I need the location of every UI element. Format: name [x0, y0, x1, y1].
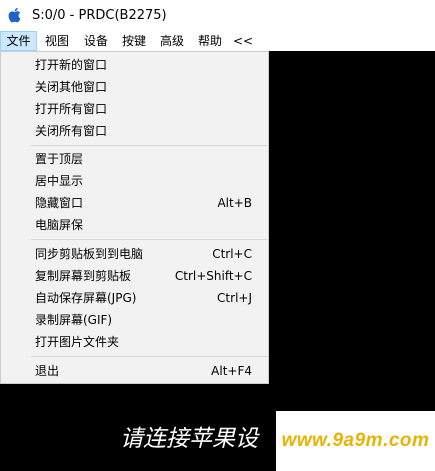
- menu-item-sync-clipboard[interactable]: 同步剪贴板到到电脑 Ctrl+C: [1, 243, 268, 265]
- menu-item-label: 隐藏窗口: [35, 196, 84, 210]
- menu-item-center-window[interactable]: 居中显示: [1, 170, 268, 192]
- menu-item-open-new-window[interactable]: 打开新的窗口: [1, 54, 268, 76]
- menu-bar: 文件 视图 设备 按键 高级 帮助 <<: [0, 31, 435, 51]
- apple-icon: [8, 7, 21, 23]
- menu-item-hide-window[interactable]: 隐藏窗口 Alt+B: [1, 192, 268, 214]
- menu-collapse[interactable]: <<: [230, 31, 256, 51]
- file-menu-dropdown: 打开新的窗口 关闭其他窗口 打开所有窗口 关闭所有窗口 置于顶层 居中显示 隐藏…: [0, 51, 269, 384]
- menu-item-label: 关闭所有窗口: [35, 124, 108, 138]
- menu-item-label: 电脑屏保: [35, 218, 84, 232]
- menu-item-open-all-windows[interactable]: 打开所有窗口: [1, 98, 268, 120]
- menu-item-bring-to-front[interactable]: 置于顶层: [1, 148, 268, 170]
- menu-item-label: 录制屏幕(GIF): [35, 313, 113, 327]
- menu-item-label: 同步剪贴板到到电脑: [35, 247, 144, 261]
- menu-item-label: 打开所有窗口: [35, 102, 108, 116]
- menu-device[interactable]: 设备: [78, 31, 114, 51]
- watermark-text: www.9a9m.com: [281, 430, 430, 451]
- menu-keys[interactable]: 按键: [116, 31, 152, 51]
- menu-item-close-all-windows[interactable]: 关闭所有窗口: [1, 120, 268, 142]
- menu-item-label: 打开新的窗口: [35, 58, 108, 72]
- menu-view[interactable]: 视图: [39, 31, 75, 51]
- menu-item-shortcut: Alt+B: [217, 196, 252, 210]
- menu-item-auto-save-screen[interactable]: 自动保存屏幕(JPG) Ctrl+J: [1, 287, 268, 309]
- title-bar: S:0/0 - PRDC(B2275): [0, 0, 435, 31]
- menu-item-close-other-windows[interactable]: 关闭其他窗口: [1, 76, 268, 98]
- menu-separator: [31, 145, 267, 146]
- menu-separator: [31, 356, 267, 357]
- menu-item-label: 关闭其他窗口: [35, 80, 108, 94]
- menu-item-exit[interactable]: 退出 Alt+F4: [1, 360, 268, 382]
- menu-item-label: 置于顶层: [35, 152, 84, 166]
- menu-item-screensaver[interactable]: 电脑屏保: [1, 214, 268, 236]
- menu-item-label: 退出: [35, 364, 60, 378]
- menu-item-shortcut: Ctrl+J: [217, 291, 252, 305]
- menu-item-label: 自动保存屏幕(JPG): [35, 291, 137, 305]
- menu-item-shortcut: Alt+F4: [211, 364, 252, 378]
- menu-item-record-screen[interactable]: 录制屏幕(GIF): [1, 309, 268, 331]
- watermark: www.9a9m.com: [276, 411, 435, 471]
- menu-help[interactable]: 帮助: [192, 31, 228, 51]
- menu-item-label: 打开图片文件夹: [35, 335, 120, 349]
- menu-item-shortcut: Ctrl+Shift+C: [174, 269, 252, 283]
- menu-item-label: 复制屏幕到剪贴板: [35, 269, 132, 283]
- menu-item-shortcut: Ctrl+C: [212, 247, 252, 261]
- window-title: S:0/0 - PRDC(B2275): [32, 8, 167, 23]
- menu-item-open-image-folder[interactable]: 打开图片文件夹: [1, 331, 268, 353]
- menu-separator: [31, 239, 267, 240]
- screen-message: 请连接苹果设: [120, 426, 258, 452]
- menu-item-label: 居中显示: [35, 174, 84, 188]
- menu-file[interactable]: 文件: [0, 31, 37, 51]
- menu-advanced[interactable]: 高级: [154, 31, 190, 51]
- menu-item-copy-screen[interactable]: 复制屏幕到剪贴板 Ctrl+Shift+C: [1, 265, 268, 287]
